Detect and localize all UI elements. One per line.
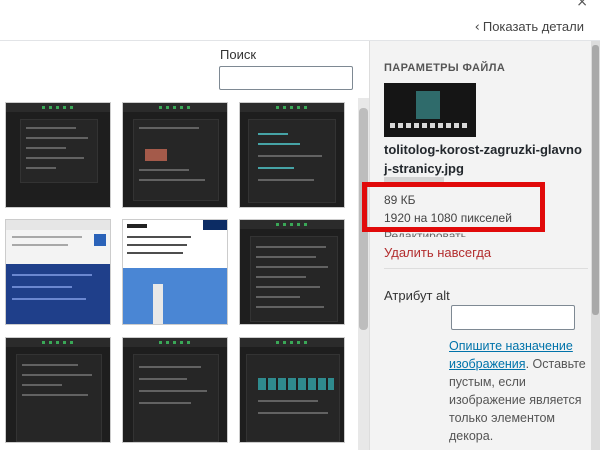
media-thumbnail[interactable] [240,220,344,324]
close-icon[interactable]: × [576,0,588,10]
alt-text-input[interactable] [451,305,575,330]
attachment-details-sidebar: ПАРАМЕТРЫ ФАЙЛА tolitolog-korost-zagruzk… [369,41,600,450]
media-thumbnail[interactable] [123,220,227,324]
alt-text-help: Опишите назначение изображения. Оставьте… [449,337,589,445]
media-thumbnail[interactable] [6,103,110,207]
sidebar-scrollbar-thumb[interactable] [592,45,599,315]
media-thumbnail[interactable] [123,338,227,442]
media-thumbnail[interactable] [6,338,110,442]
sidebar-title: ПАРАМЕТРЫ ФАЙЛА [384,62,506,74]
delete-permanently-link[interactable]: Удалить навсегда [384,245,491,260]
show-details-button[interactable]: ‹ Показать детали [475,19,584,35]
sidebar-scrollbar[interactable] [591,41,600,450]
search-input[interactable] [219,66,353,90]
media-grid-scrollbar[interactable] [358,98,369,450]
media-thumbnail[interactable] [123,103,227,207]
attachment-preview [384,83,476,137]
media-thumbnail[interactable] [6,220,110,324]
media-grid [0,98,358,450]
chevron-left-icon: ‹ [474,20,480,35]
attachment-filename: tolitolog-korost-zagruzki-glavnoj-strani… [384,142,582,176]
red-highlight-box [362,182,545,232]
media-thumbnail[interactable] [240,103,344,207]
alt-text-label: Атрибут alt [384,288,450,303]
divider [384,268,588,269]
top-bar: × ‹ Показать детали [0,0,600,41]
search-label: Поиск [220,47,257,62]
media-thumbnail[interactable] [240,338,344,442]
show-details-label: Показать детали [482,19,584,34]
